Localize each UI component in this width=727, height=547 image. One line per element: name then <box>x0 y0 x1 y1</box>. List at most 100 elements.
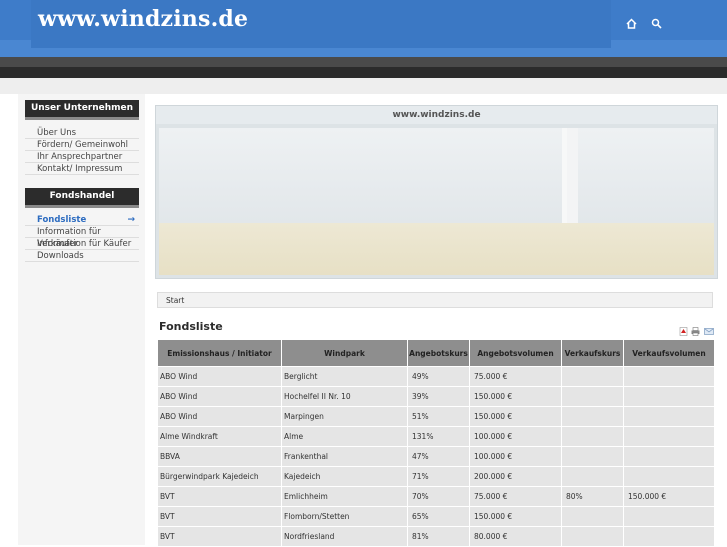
table-cell: 70% <box>407 486 470 507</box>
table-cell: Berglicht <box>281 366 408 387</box>
site-logo[interactable]: www.windzins.de <box>38 6 248 32</box>
table-cell: 100.000 € <box>469 426 562 447</box>
table-cell: 39% <box>407 386 470 407</box>
table-cell <box>561 466 624 487</box>
table-row: ABO Wind Hochelfel II Nr. 10 39% 150.000… <box>157 386 715 407</box>
table-cell: Emlichheim <box>281 486 408 507</box>
email-icon[interactable] <box>704 321 714 335</box>
table-cell <box>623 386 715 407</box>
breadcrumb-start[interactable]: Start <box>166 296 184 305</box>
table-cell: ABO Wind <box>157 406 282 427</box>
table-cell: 131% <box>407 426 470 447</box>
col-header-emissionshaus: Emissionshaus / Initiator <box>157 339 282 367</box>
home-icon[interactable] <box>625 18 637 30</box>
table-cell: Alme <box>281 426 408 447</box>
table-cell: 49% <box>407 366 470 387</box>
site-header: www.windzins.de <box>0 0 727 57</box>
sidebar-item-verkaeufer[interactable]: Information für Verkäufer <box>25 226 139 249</box>
table-row: Alme Windkraft Alme 131% 100.000 € <box>157 426 715 447</box>
table-cell: ABO Wind <box>157 366 282 387</box>
table-cell: Frankenthal <box>281 446 408 467</box>
table-cell: 80.000 € <box>469 526 562 547</box>
table-cell: 150.000 € <box>469 506 562 527</box>
table-row: Bürgerwindpark Kajedeich Kajedeich 71% 2… <box>157 466 715 487</box>
table-cell: 81% <box>407 526 470 547</box>
table-row: ABO Wind Berglicht 49% 75.000 € <box>157 366 715 387</box>
header-banner: www.windzins.de <box>155 105 718 279</box>
table-cell <box>561 406 624 427</box>
table-cell: 80% <box>561 486 624 507</box>
table-cell: ABO Wind <box>157 386 282 407</box>
sidebar-heading-unternehmen: Unser Unternehmen <box>25 100 139 117</box>
page-title: Fondsliste <box>159 320 223 333</box>
pdf-icon[interactable] <box>679 321 688 336</box>
table-cell: BVT <box>157 506 282 527</box>
table-cell: 150.000 € <box>623 486 715 507</box>
table-cell: BBVA <box>157 446 282 467</box>
table-cell <box>623 366 715 387</box>
table-row: ABO Wind Marpingen 51% 150.000 € <box>157 406 715 427</box>
search-icon[interactable] <box>650 18 662 30</box>
banner-sky <box>159 128 714 223</box>
sidebar-item-kontakt[interactable]: Kontakt/ Impressum <box>25 163 139 175</box>
table-cell <box>623 526 715 547</box>
table-cell: 65% <box>407 506 470 527</box>
table-cell <box>561 386 624 407</box>
table-cell: Alme Windkraft <box>157 426 282 447</box>
table-cell: Marpingen <box>281 406 408 427</box>
table-cell <box>623 466 715 487</box>
table-cell <box>623 506 715 527</box>
sidebar-heading-shadow <box>25 205 139 208</box>
table-cell: 75.000 € <box>469 366 562 387</box>
table-cell: 47% <box>407 446 470 467</box>
table-header-row: Emissionshaus / Initiator Windpark Angeb… <box>157 339 715 367</box>
table-cell: BVT <box>157 486 282 507</box>
table-cell: 51% <box>407 406 470 427</box>
nav-band-bottom <box>0 67 727 78</box>
table-cell <box>561 446 624 467</box>
table-cell <box>561 426 624 447</box>
table-cell: Nordfriesland <box>281 526 408 547</box>
sidebar-heading-fondshandel: Fondshandel <box>25 188 139 205</box>
table-cell: Flomborn/Stetten <box>281 506 408 527</box>
col-header-verkaufskurs: Verkaufskurs <box>561 339 624 367</box>
col-header-verkaufsvolumen: Verkaufsvolumen <box>623 339 715 367</box>
sidebar-item-ueber-uns[interactable]: Über Uns <box>25 127 139 139</box>
table-cell <box>623 426 715 447</box>
spacer-band <box>0 78 727 94</box>
table-cell: 150.000 € <box>469 386 562 407</box>
table-row: BBVA Frankenthal 47% 100.000 € <box>157 446 715 467</box>
table-cell: Kajedeich <box>281 466 408 487</box>
sidebar-item-foerdern[interactable]: Fördern/ Gemeinwohl <box>25 139 139 151</box>
print-icon[interactable] <box>691 321 700 336</box>
table-cell: Bürgerwindpark Kajedeich <box>157 466 282 487</box>
table-cell <box>561 526 624 547</box>
table-cell <box>623 446 715 467</box>
sidebar-item-downloads[interactable]: Downloads <box>25 250 139 262</box>
col-header-angebotsvolumen: Angebotsvolumen <box>469 339 562 367</box>
table-row: BVT Flomborn/Stetten 65% 150.000 € <box>157 506 715 527</box>
banner-caption: www.windzins.de <box>156 106 717 124</box>
col-header-windpark: Windpark <box>281 339 408 367</box>
table-cell <box>561 506 624 527</box>
col-header-angebotskurs: Angebotskurs <box>407 339 470 367</box>
table-cell: 75.000 € <box>469 486 562 507</box>
table-cell <box>561 366 624 387</box>
sidebar-item-label: Fondsliste <box>37 215 87 225</box>
banner-turbine <box>566 128 578 223</box>
nav-band-top <box>0 57 727 67</box>
breadcrumb[interactable]: Start <box>157 292 713 308</box>
table-cell: BVT <box>157 526 282 547</box>
sidebar-item-ansprechpartner[interactable]: Ihr Ansprechpartner <box>25 151 139 163</box>
table-cell: 150.000 € <box>469 406 562 427</box>
table-row: BVT Nordfriesland 81% 80.000 € <box>157 526 715 547</box>
table-cell <box>623 406 715 427</box>
arrow-right-icon: → <box>127 215 135 225</box>
banner-divider <box>562 128 567 223</box>
banner-field <box>159 223 714 275</box>
sidebar-item-fondsliste[interactable]: Fondsliste → <box>25 214 139 226</box>
sidebar-heading-shadow <box>25 117 139 120</box>
table-cell: 71% <box>407 466 470 487</box>
fonds-table: Emissionshaus / Initiator Windpark Angeb… <box>157 339 715 547</box>
sidebar-item-kaeufer[interactable]: Information für Käufer <box>25 238 139 250</box>
